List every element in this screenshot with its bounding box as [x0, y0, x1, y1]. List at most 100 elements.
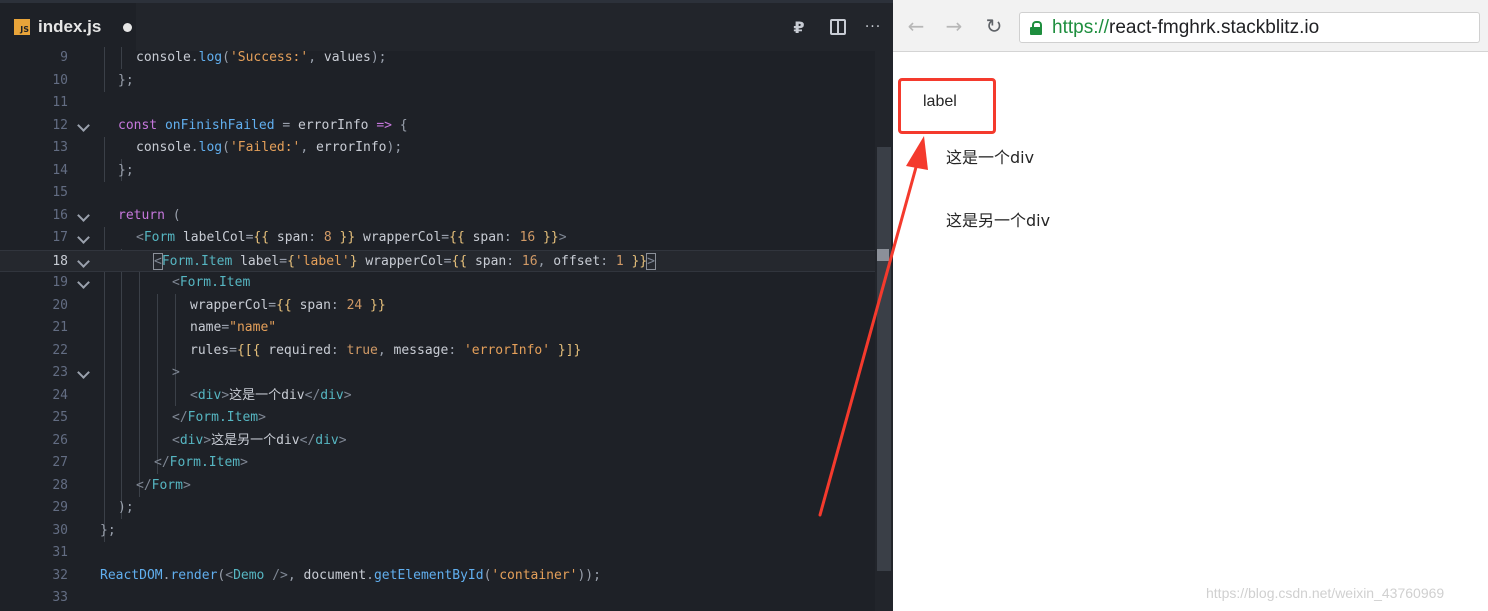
line-number: 25 — [52, 410, 68, 425]
line-number: 21 — [52, 320, 68, 335]
code-text: }; — [100, 522, 116, 538]
editor-scrollbar[interactable] — [875, 51, 893, 611]
form-item-label: label — [923, 93, 957, 110]
fold-chevron-icon[interactable] — [77, 366, 90, 379]
sibling-div-text: 这是另一个div — [946, 211, 1051, 230]
line-number: 29 — [52, 500, 68, 515]
code-line[interactable]: 24 <div>这是一个div</div> — [0, 385, 875, 408]
code-line[interactable]: 26 <div>这是另一个div</div> — [0, 430, 875, 453]
line-number: 19 — [52, 275, 68, 290]
code-line[interactable]: 16 return ( — [0, 205, 875, 228]
code-text: <Form labelCol={{ span: 8 }} wrapperCol=… — [136, 230, 567, 245]
code-area[interactable]: 9 console.log('Success:', values); 10 };… — [0, 47, 875, 611]
code-line[interactable]: 19 <Form.Item — [0, 272, 875, 295]
line-number: 11 — [52, 95, 68, 110]
reload-icon[interactable]: ↻ — [981, 13, 1007, 39]
address-bar[interactable]: https:// react-fmghrk.stackblitz.io — [1019, 12, 1480, 43]
code-text: > — [172, 365, 180, 380]
code-editor[interactable]: JS index.js ₽ ··· 9 console.log('Success… — [0, 0, 893, 611]
code-text: <div>这是一个div</div> — [190, 387, 352, 403]
line-number: 13 — [52, 140, 68, 155]
line-number: 32 — [52, 567, 68, 583]
code-text: <Form.Item label={'label'} wrapperCol={{… — [153, 252, 656, 270]
code-line[interactable]: 14 }; — [0, 160, 875, 183]
code-line[interactable]: 27 </Form.Item> — [0, 452, 875, 475]
line-number: 18 — [52, 253, 68, 269]
fold-chevron-icon[interactable] — [77, 208, 90, 222]
line-number: 30 — [52, 522, 68, 538]
code-text: name="name" — [190, 320, 277, 335]
code-text: wrapperCol={{ span: 24 }} — [190, 297, 386, 313]
code-line[interactable]: 12 const onFinishFailed = errorInfo => { — [0, 115, 875, 138]
code-text: }; — [118, 162, 134, 178]
split-editor-icon[interactable] — [827, 16, 849, 38]
tab-index-js[interactable]: JS index.js — [0, 3, 136, 51]
line-number: 15 — [52, 185, 68, 200]
code-line-active[interactable]: 18 <Form.Item label={'label'} wrapperCol… — [0, 249, 875, 272]
code-text: <div>这是另一个div</div> — [172, 432, 347, 448]
fold-chevron-icon[interactable] — [77, 231, 90, 244]
back-arrow-icon[interactable]: ← — [903, 13, 929, 39]
code-text: console.log('Failed:', errorInfo); — [136, 140, 403, 155]
code-text: console.log('Success:', values); — [136, 50, 387, 65]
line-number: 22 — [52, 342, 68, 358]
code-line[interactable]: 15 — [0, 182, 875, 205]
tab-filename: index.js — [38, 17, 102, 36]
watermark: https://blog.csdn.net/weixin_43760969 — [1206, 585, 1445, 601]
code-line[interactable]: 30 }; — [0, 520, 875, 543]
js-file-icon: JS — [14, 19, 30, 35]
code-text: return ( — [118, 207, 181, 223]
code-line[interactable]: 29 ); — [0, 497, 875, 520]
code-text: ); — [118, 500, 134, 515]
line-number: 31 — [52, 545, 68, 560]
url-scheme: https:// — [1052, 16, 1110, 38]
code-text: </Form.Item> — [154, 455, 248, 470]
code-line[interactable]: 13 console.log('Failed:', errorInfo); — [0, 137, 875, 160]
rendered-page: label 这是一个div 这是另一个div https://blog.csdn… — [893, 53, 1488, 611]
code-line[interactable]: 31 — [0, 542, 875, 565]
code-line[interactable]: 33 — [0, 587, 875, 610]
inner-div-text: 这是一个div — [946, 148, 1035, 167]
line-number: 12 — [52, 117, 68, 133]
editor-tab-bar: JS index.js ₽ ··· — [0, 3, 893, 51]
fold-chevron-icon[interactable] — [77, 118, 90, 132]
scrollbar-thumb[interactable] — [877, 147, 891, 571]
code-text: <Form.Item — [172, 275, 251, 290]
code-line[interactable]: 28 </Form> — [0, 475, 875, 498]
lock-icon — [1030, 20, 1042, 35]
fold-chevron-icon[interactable] — [77, 254, 90, 268]
line-number: 9 — [60, 50, 68, 65]
code-line[interactable]: 9 console.log('Success:', values); — [0, 47, 875, 70]
line-number: 24 — [52, 387, 68, 403]
unsaved-dot-icon[interactable] — [123, 22, 133, 32]
line-number: 17 — [52, 230, 68, 245]
code-line[interactable]: 17 <Form labelCol={{ span: 8 }} wrapperC… — [0, 227, 875, 250]
url-host: react-fmghrk.stackblitz.io — [1109, 16, 1320, 38]
split-glyph — [830, 19, 846, 35]
scrollbar-cursor-marker — [877, 249, 889, 261]
preview-browser: ← → ↻ https:// react-fmghrk.stackblitz.i… — [893, 0, 1488, 611]
code-line[interactable]: 32 ReactDOM.render(<Demo />, document.ge… — [0, 565, 875, 588]
line-number: 16 — [52, 207, 68, 223]
code-text: }; — [118, 72, 134, 88]
code-text: const onFinishFailed = errorInfo => { — [118, 117, 408, 133]
fold-chevron-icon[interactable] — [77, 276, 90, 289]
code-line[interactable]: 23 > — [0, 362, 875, 385]
code-line[interactable]: 20 wrapperCol={{ span: 24 }} — [0, 295, 875, 318]
code-line[interactable]: 10 }; — [0, 70, 875, 93]
code-line[interactable]: 11 — [0, 92, 875, 115]
line-number: 10 — [52, 72, 68, 88]
code-text: </Form> — [136, 477, 191, 493]
preview-icon[interactable]: ₽ — [788, 16, 810, 38]
code-line[interactable]: 25 </Form.Item> — [0, 407, 875, 430]
line-number: 27 — [52, 455, 68, 470]
more-icon[interactable]: ··· — [862, 16, 884, 38]
browser-toolbar: ← → ↻ https:// react-fmghrk.stackblitz.i… — [893, 0, 1488, 52]
code-text: </Form.Item> — [172, 410, 266, 425]
line-number: 28 — [52, 477, 68, 493]
code-line[interactable]: 22 rules={[{ required: true, message: 'e… — [0, 340, 875, 363]
forward-arrow-icon[interactable]: → — [941, 13, 967, 39]
code-line[interactable]: 21 name="name" — [0, 317, 875, 340]
line-number: 14 — [52, 162, 68, 178]
code-text: ReactDOM.render(<Demo />, document.getEl… — [100, 567, 601, 583]
